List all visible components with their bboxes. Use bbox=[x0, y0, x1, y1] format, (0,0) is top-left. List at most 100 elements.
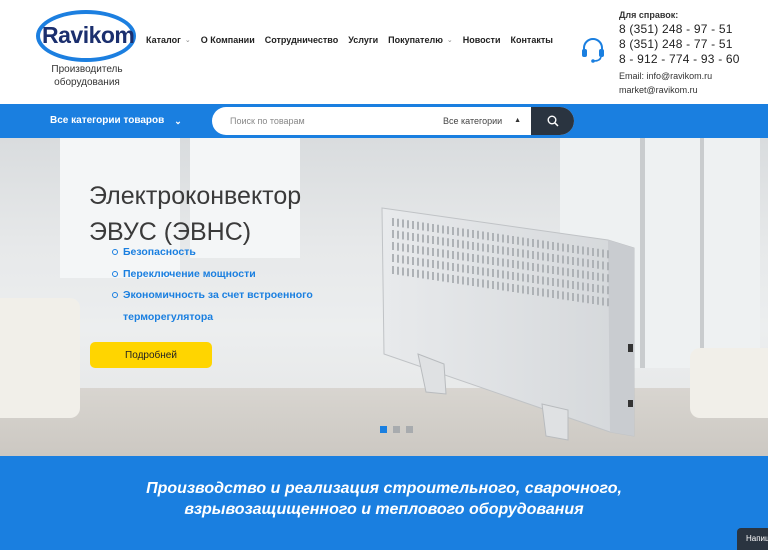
search-button[interactable] bbox=[531, 107, 574, 135]
grille-slot bbox=[547, 265, 549, 274]
logo-subtitle: Производитель оборудования bbox=[51, 64, 123, 88]
grille-slot bbox=[532, 275, 534, 283]
grille-slot bbox=[462, 264, 464, 273]
nav-item-catalog[interactable]: Каталог ⌄ bbox=[146, 34, 191, 46]
grille-slot bbox=[572, 269, 574, 277]
grille-slot bbox=[532, 251, 534, 259]
grille-slot bbox=[557, 278, 559, 287]
grille-slot bbox=[602, 285, 604, 294]
nav-item-buyers[interactable]: Покупателю ⌄ bbox=[388, 34, 453, 46]
nav-item-label: Услуги bbox=[348, 35, 379, 45]
grille-slot bbox=[432, 236, 434, 244]
grille-slot bbox=[542, 276, 544, 285]
grille-slot bbox=[557, 254, 559, 263]
grille-slot bbox=[517, 284, 519, 293]
grille-slot bbox=[577, 281, 579, 290]
grille-slot bbox=[417, 245, 419, 254]
grille-slot bbox=[582, 282, 584, 291]
grille-slot bbox=[492, 245, 494, 253]
grille-slot bbox=[547, 277, 549, 286]
all-categories-dropdown[interactable]: Все категории товаров ⌄ bbox=[50, 104, 182, 138]
email-link[interactable]: market@ravikom.ru bbox=[619, 83, 759, 97]
nav-item-contacts[interactable]: Контакты bbox=[511, 34, 553, 46]
category-search-bar: Все категории товаров ⌄ Все категории ▲ bbox=[0, 104, 768, 138]
phone-link[interactable]: 8 (351) 248 - 97 - 51 bbox=[619, 22, 759, 37]
grille-slot bbox=[527, 286, 529, 295]
grille-slot bbox=[532, 239, 534, 247]
grille-slot bbox=[482, 231, 484, 240]
grille-slot bbox=[472, 230, 474, 238]
grille-slot bbox=[522, 249, 524, 258]
nav-item-cooperation[interactable]: Сотрудничество bbox=[265, 34, 338, 46]
grille-slot bbox=[457, 251, 459, 260]
grille-slot bbox=[567, 244, 569, 253]
grille-slot bbox=[462, 276, 464, 285]
nav-item-about[interactable]: О Компании bbox=[201, 34, 255, 46]
grille-slot bbox=[582, 246, 584, 255]
grille-slot bbox=[587, 271, 589, 280]
grille-slot bbox=[582, 270, 584, 279]
window-frame bbox=[640, 138, 645, 368]
background-chair bbox=[690, 348, 768, 418]
grille-slot bbox=[452, 239, 454, 247]
grille-slot bbox=[407, 244, 409, 253]
grille-slot bbox=[492, 257, 494, 265]
phone-link[interactable]: 8 (351) 248 - 77 - 51 bbox=[619, 37, 759, 52]
grille-slot bbox=[392, 266, 394, 274]
grille-slot bbox=[467, 253, 469, 262]
phone-link[interactable]: 8 - 912 - 774 - 93 - 60 bbox=[619, 52, 759, 67]
select-arrows-icon: ▲ bbox=[514, 117, 521, 124]
grille-slot bbox=[397, 242, 399, 251]
grille-slot bbox=[507, 259, 509, 268]
grille-slot bbox=[427, 247, 429, 256]
grille-slot bbox=[567, 292, 569, 301]
grille-slot bbox=[577, 245, 579, 254]
grille-slot bbox=[437, 272, 439, 281]
search-form: Все категории ▲ bbox=[212, 107, 574, 135]
grille-slot bbox=[597, 296, 599, 305]
email-link[interactable]: Email: info@ravikom.ru bbox=[619, 69, 759, 83]
grille-slot bbox=[552, 242, 554, 250]
grille-slot bbox=[427, 259, 429, 268]
nav-item-news[interactable]: Новости bbox=[463, 34, 501, 46]
slider-dot[interactable] bbox=[380, 426, 387, 433]
slider-dot[interactable] bbox=[406, 426, 413, 433]
grille-slot bbox=[402, 231, 404, 240]
grille-slot bbox=[527, 250, 529, 259]
nav-item-services[interactable]: Услуги bbox=[348, 34, 378, 46]
grille-slot bbox=[492, 281, 494, 289]
grille-slot bbox=[497, 269, 499, 278]
grille-slot bbox=[512, 260, 514, 268]
grille-slot bbox=[602, 273, 604, 282]
grille-slot bbox=[582, 258, 584, 267]
grille-slot bbox=[432, 248, 434, 256]
search-category-select[interactable]: Все категории ▲ bbox=[443, 107, 531, 135]
more-details-button[interactable]: Подробней bbox=[90, 342, 212, 368]
grille-slot bbox=[547, 253, 549, 262]
grille-slot bbox=[437, 260, 439, 269]
grille-slot bbox=[447, 262, 449, 271]
grille-slot bbox=[522, 237, 524, 246]
grille-slot bbox=[582, 294, 584, 303]
grille-slot bbox=[597, 260, 599, 269]
grille-slot bbox=[402, 255, 404, 264]
grille-slot bbox=[462, 240, 464, 249]
grille-slot bbox=[392, 254, 394, 262]
grille-slot bbox=[527, 274, 529, 283]
grille-slot bbox=[587, 247, 589, 256]
grille-slot bbox=[432, 224, 434, 232]
grille-slot bbox=[417, 257, 419, 266]
grille-slot bbox=[442, 225, 444, 234]
grille-slot bbox=[572, 257, 574, 265]
ravikom-logo[interactable]: Ravikom bbox=[36, 10, 136, 62]
chevron-down-icon: ⌄ bbox=[174, 116, 182, 126]
grille-slot bbox=[472, 266, 474, 274]
grille-slot bbox=[547, 289, 549, 298]
chat-widget-button[interactable]: Напишите нам bbox=[737, 528, 768, 550]
grille-slot bbox=[392, 230, 394, 238]
slider-dot[interactable] bbox=[393, 426, 400, 433]
window-frame bbox=[700, 138, 704, 368]
search-input[interactable] bbox=[230, 107, 430, 135]
tagline-line: Производство и реализация строительного,… bbox=[146, 480, 622, 497]
grille-slot bbox=[397, 254, 399, 263]
